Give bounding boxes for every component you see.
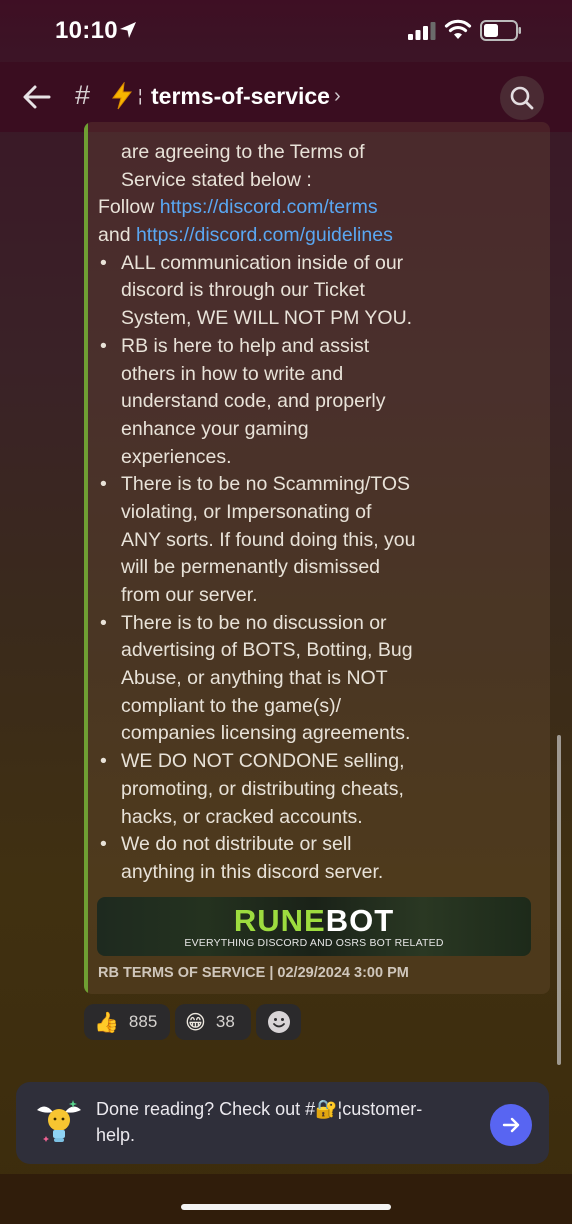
guidelines-link[interactable]: https://discord.com/guidelines — [136, 224, 393, 246]
rules-embed: are agreeing to the Terms of Service sta… — [84, 122, 550, 994]
runebot-banner-image[interactable]: RUNEBOT EVERYTHING DISCORD AND OSRS BOT … — [97, 897, 531, 956]
banner-title-bot: BOT — [325, 903, 395, 938]
arrow-right-icon — [502, 1117, 520, 1133]
lightning-bolt-icon — [112, 82, 133, 110]
chevron-right-icon[interactable]: › — [334, 85, 341, 108]
reaction-thumbs-up[interactable]: 👍 885 — [84, 1004, 170, 1040]
reaction-count: 38 — [215, 1012, 235, 1031]
text-line: will be permenantly dismissed — [121, 556, 381, 579]
text-line: experiences. — [121, 445, 232, 468]
cellular-signal-icon — [408, 22, 436, 40]
rule-bullet: We do not distribute or sell — [98, 831, 538, 859]
text-line: advertising of BOTS, Botting, Bug — [121, 639, 413, 662]
rule-bullet: RB is here to help and assist — [98, 333, 538, 361]
text-line: compliant to the game(s)/ — [121, 694, 342, 717]
status-bar: 10:10 — [0, 0, 572, 62]
text-line: and https://discord.com/guidelines — [98, 222, 538, 250]
rule-bullet: WE DO NOT CONDONE selling, — [98, 748, 538, 776]
text-line: ANY sorts. If found doing this, you — [121, 528, 416, 551]
banner-title: RUNEBOT — [97, 903, 531, 939]
reaction-count: 885 — [128, 1012, 158, 1031]
channel-title[interactable]: terms-of-service — [151, 83, 330, 110]
text-prefix: and — [98, 224, 136, 247]
search-button[interactable] — [500, 76, 544, 120]
text-line: companies licensing agreements. — [121, 722, 411, 745]
next-channel-prompt[interactable]: Done reading? Check out #🔐¦customer- hel… — [16, 1082, 549, 1164]
text-line: anything in this discord server. — [121, 860, 384, 883]
text-line: understand code, and properly — [121, 390, 386, 413]
reaction-grin[interactable]: 😁 38 — [175, 1004, 251, 1040]
text-line: Follow https://discord.com/terms — [98, 194, 538, 222]
text-line: are agreeing to the Terms of — [121, 141, 365, 163]
terms-link[interactable]: https://discord.com/terms — [160, 196, 378, 218]
grinning-face-icon: 😁 — [185, 1011, 206, 1034]
embed-accent-bar — [84, 122, 88, 994]
search-icon — [510, 86, 534, 110]
cta-line: Done reading? Check out #🔐¦customer- — [96, 1099, 423, 1119]
text-line: Service stated below : — [121, 168, 312, 191]
bottom-bar — [0, 1174, 572, 1224]
text-line: violating, or Impersonating of — [121, 500, 372, 523]
text-prefix: Follow — [98, 196, 160, 219]
cta-text: Done reading? Check out #🔐¦customer- hel… — [96, 1096, 476, 1148]
thumbs-up-icon: 👍 — [94, 1011, 119, 1034]
banner-subtitle: EVERYTHING DISCORD AND OSRS BOT RELATED — [184, 937, 444, 949]
text-line: hacks, or cracked accounts. — [121, 805, 363, 828]
add-reaction-button[interactable] — [256, 1004, 301, 1040]
embed-footer: RB TERMS OF SERVICE | 02/29/2024 3:00 PM — [98, 965, 409, 981]
home-indicator[interactable] — [181, 1204, 391, 1210]
channel-separator: ¦ — [138, 86, 143, 105]
go-to-channel-button[interactable] — [490, 1104, 532, 1146]
rule-bullet: There is to be no Scamming/TOS — [98, 471, 538, 499]
text-line: discord is through our Ticket — [121, 279, 365, 302]
text-line: System, WE WILL NOT PM YOU. — [121, 307, 413, 330]
status-time: 10:10 — [55, 17, 118, 44]
wifi-icon — [444, 19, 472, 39]
rule-bullet: There is to be no discussion or — [98, 610, 538, 638]
text-line: others in how to write and — [121, 362, 344, 385]
scrollbar[interactable] — [557, 735, 561, 1065]
back-arrow-icon[interactable] — [22, 82, 52, 112]
banner-title-rune: RUNE — [233, 903, 326, 938]
rule-bullet: ALL communication inside of our — [98, 250, 538, 278]
text-line: Abuse, or anything that is NOT — [121, 667, 388, 690]
battery-icon — [480, 20, 521, 41]
add-reaction-icon — [267, 1011, 290, 1033]
cta-line: help. — [96, 1125, 136, 1145]
text-line: from our server. — [121, 584, 258, 606]
embed-description: are agreeing to the Terms of Service sta… — [98, 139, 538, 887]
lightbulb-mascot-icon — [37, 1100, 81, 1142]
text-line: promoting, or distributing cheats, — [121, 777, 404, 800]
hash-icon: # — [75, 80, 91, 110]
location-arrow-icon — [120, 22, 136, 38]
text-line: enhance your gaming — [121, 417, 309, 440]
